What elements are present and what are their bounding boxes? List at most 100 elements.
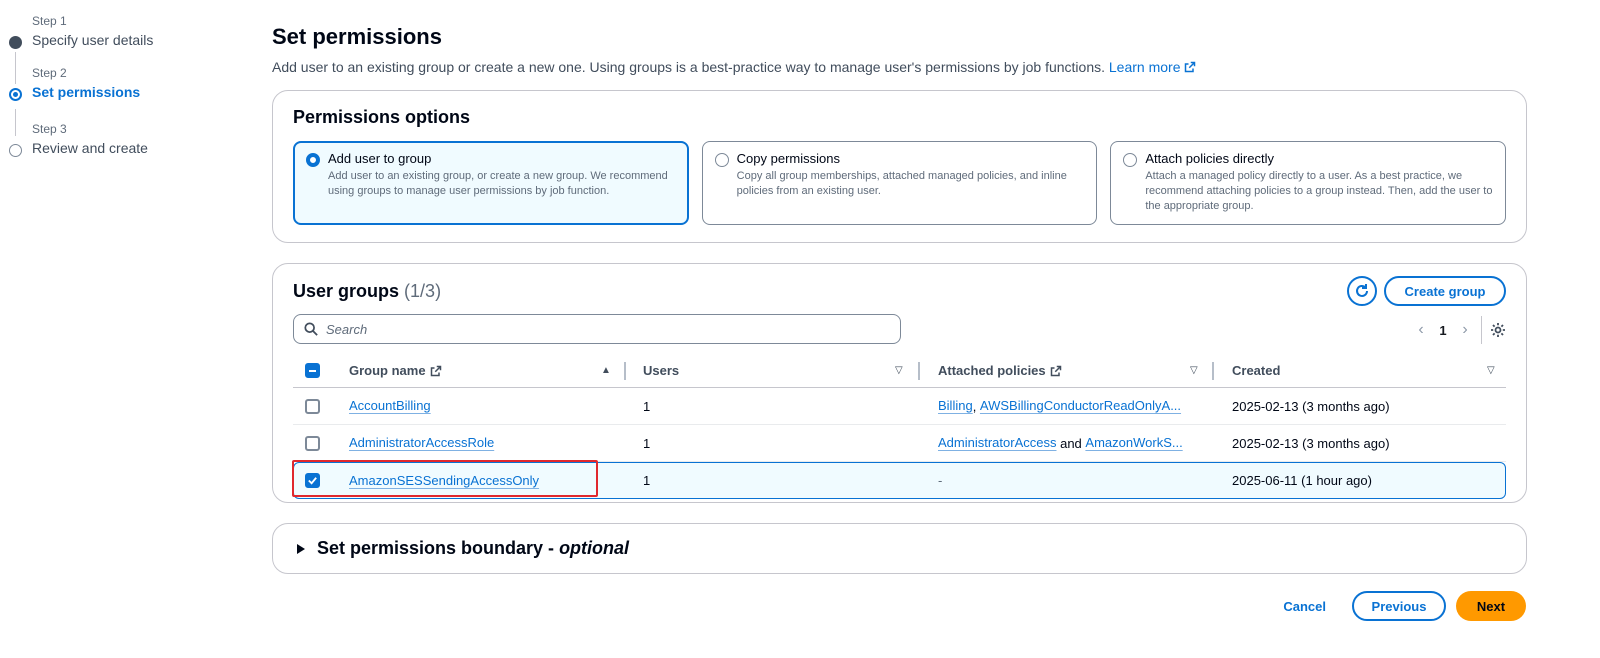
- step-pending-icon: [9, 144, 22, 157]
- created-cell: 2025-02-13 (3 months ago): [1232, 435, 1390, 451]
- step-title: Specify user details: [32, 32, 154, 48]
- column-label: Attached policies: [938, 363, 1046, 378]
- column-created[interactable]: Created: [1232, 354, 1492, 387]
- user-groups-title: User groups: [293, 281, 400, 301]
- radio-selected-icon[interactable]: [306, 153, 320, 167]
- policy-link[interactable]: Billing: [938, 398, 973, 414]
- user-groups-count: (1/3): [404, 281, 442, 301]
- option-description: Copy all group memberships, attached man…: [736, 170, 1067, 197]
- option-title: Attach policies directly: [1145, 151, 1274, 166]
- page-description: Add user to an existing group or create …: [272, 58, 1527, 76]
- group-name-link[interactable]: AdministratorAccessRole: [349, 435, 494, 451]
- permissions-options-panel: Permissions options Add user to group Ad…: [272, 90, 1527, 243]
- option-copy-permissions[interactable]: Copy permissions Copy all group membersh…: [701, 141, 1098, 225]
- refresh-button[interactable]: [1347, 276, 1377, 306]
- main-content: Set permissions Add user to an existing …: [272, 22, 1527, 574]
- page-number[interactable]: 1: [1433, 323, 1453, 338]
- gear-icon[interactable]: [1490, 322, 1506, 338]
- permissions-boundary-expander[interactable]: Set permissions boundary - optional: [272, 523, 1527, 574]
- permissions-option-tiles: Add user to group Add user to an existin…: [293, 141, 1507, 225]
- previous-button[interactable]: Previous: [1352, 591, 1446, 621]
- option-title: Add user to group: [328, 151, 432, 166]
- next-button[interactable]: Next: [1456, 591, 1526, 621]
- boundary-optional-label: optional: [559, 538, 630, 558]
- step-number: Step 1: [32, 14, 67, 28]
- sort-ascending-icon[interactable]: ▲: [601, 354, 611, 387]
- refresh-icon: [1356, 284, 1368, 297]
- policies-cell: -: [938, 473, 943, 488]
- column-divider[interactable]: [624, 362, 626, 380]
- group-name-cell: AdministratorAccessRole: [349, 425, 619, 461]
- table-row[interactable]: AccountBilling 1 Billing, AWSBillingCond…: [293, 388, 1506, 425]
- select-all-checkbox[interactable]: [305, 363, 320, 378]
- group-name-link[interactable]: AccountBilling: [349, 398, 431, 414]
- policy-joiner: and: [1056, 435, 1086, 451]
- users-cell: 1: [643, 398, 651, 414]
- step-active-icon: [9, 88, 22, 101]
- pager-divider: [1481, 316, 1482, 344]
- created-cell: 2025-06-11 (1 hour ago): [1232, 473, 1372, 488]
- wizard-stepper: Step 1 Specify user details Step 2 Set p…: [8, 14, 238, 162]
- radio-icon[interactable]: [1123, 153, 1138, 167]
- group-name-cell: AmazonSESSendingAccessOnly: [349, 463, 619, 498]
- wizard-footer: Cancel Previous Next: [1283, 591, 1526, 621]
- policies-cell: Billing, AWSBillingConductorReadOnlyA...: [938, 388, 1208, 424]
- checkmark-icon: [308, 477, 317, 485]
- step-number: Step 3: [32, 122, 67, 136]
- policy-joiner: ,: [972, 398, 980, 414]
- step-1[interactable]: Step 1 Specify user details: [8, 14, 238, 66]
- column-users[interactable]: Users: [643, 354, 913, 387]
- column-label: Group name: [349, 363, 426, 378]
- cancel-button[interactable]: Cancel: [1283, 599, 1326, 614]
- step-number: Step 2: [32, 66, 67, 80]
- column-divider[interactable]: [1212, 362, 1214, 380]
- user-groups-header: User groups (1/3): [293, 277, 1506, 305]
- boundary-title: Set permissions boundary - optional: [317, 538, 629, 559]
- table-row-selected[interactable]: AmazonSESSendingAccessOnly 1 - 2025-06-1…: [293, 462, 1506, 499]
- created-cell: 2025-02-13 (3 months ago): [1232, 398, 1390, 414]
- external-link-icon: [1185, 61, 1196, 73]
- option-description: Add user to an existing group, or create…: [328, 170, 668, 197]
- row-checkbox[interactable]: [305, 435, 320, 451]
- step-3: Step 3 Review and create: [8, 122, 238, 162]
- step-completed-icon: [9, 36, 22, 49]
- caret-right-icon: [297, 543, 305, 554]
- previous-page-icon[interactable]: ‹: [1409, 321, 1433, 339]
- users-cell: 1: [643, 473, 651, 488]
- learn-more-label: Learn more: [1108, 59, 1181, 75]
- policies-cell: AdministratorAccess and AmazonWorkS...: [938, 425, 1208, 461]
- option-add-user-to-group[interactable]: Add user to group Add user to an existin…: [293, 141, 689, 225]
- users-cell: 1: [643, 435, 651, 451]
- policy-link[interactable]: AdministratorAccess: [938, 435, 1056, 451]
- radio-icon[interactable]: [714, 153, 729, 167]
- column-group-name[interactable]: Group name: [349, 354, 619, 387]
- sort-icon[interactable]: ▽: [895, 354, 903, 387]
- page-title: Set permissions: [272, 24, 442, 49]
- row-checkbox-checked[interactable]: [305, 473, 320, 488]
- learn-more-link[interactable]: Learn more: [1109, 59, 1197, 75]
- row-checkbox[interactable]: [305, 398, 320, 414]
- column-divider[interactable]: [918, 362, 920, 380]
- select-all-cell: [305, 354, 325, 387]
- policy-link[interactable]: AWSBillingConductorReadOnlyA...: [980, 398, 1181, 414]
- row-select-cell: [305, 463, 325, 498]
- next-page-icon[interactable]: ›: [1453, 321, 1477, 339]
- step-2: Step 2 Set permissions: [8, 66, 238, 122]
- search-input[interactable]: Search: [293, 314, 901, 344]
- option-title: Copy permissions: [736, 151, 840, 166]
- user-groups-panel: User groups (1/3) Create group Search ‹ …: [272, 263, 1527, 503]
- description-text: Add user to an existing group or create …: [272, 59, 1105, 75]
- column-attached-policies[interactable]: Attached policies: [938, 354, 1208, 387]
- external-link-icon: [430, 365, 441, 376]
- table-row[interactable]: AdministratorAccessRole 1 AdministratorA…: [293, 425, 1506, 462]
- row-select-cell: [305, 388, 325, 424]
- group-name-link[interactable]: AmazonSESSendingAccessOnly: [349, 473, 539, 489]
- row-select-cell: [305, 425, 325, 461]
- sort-icon[interactable]: ▽: [1487, 354, 1495, 387]
- pagination: ‹ 1 ›: [1409, 316, 1506, 344]
- step-title: Set permissions: [32, 84, 141, 100]
- sort-icon[interactable]: ▽: [1190, 354, 1198, 387]
- option-attach-policies-directly[interactable]: Attach policies directly Attach a manage…: [1110, 141, 1507, 225]
- policy-link[interactable]: AmazonWorkS...: [1085, 435, 1182, 451]
- create-group-button[interactable]: Create group: [1384, 276, 1506, 306]
